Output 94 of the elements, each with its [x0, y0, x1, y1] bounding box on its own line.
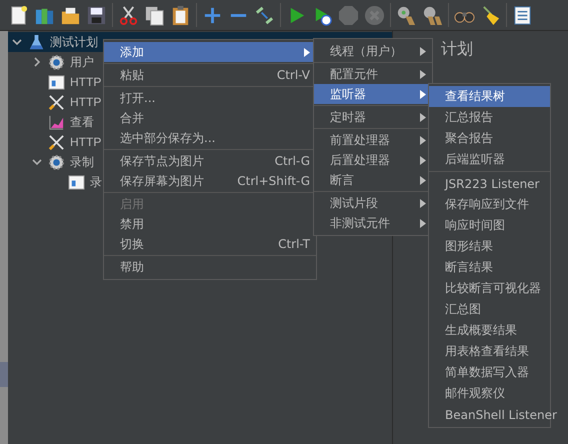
tree-item[interactable]: 查看	[70, 114, 94, 130]
menu-item-label: 定时器	[330, 108, 367, 126]
menu-item-label: 合并	[120, 110, 145, 126]
gear-icon	[48, 54, 65, 70]
menu-item[interactable]: 线程（用户）	[314, 41, 432, 61]
menu-item-label: 邮件观察仪	[445, 385, 506, 402]
menu-item-label: 后端监听器	[445, 151, 506, 168]
menu-item[interactable]: 前置处理器	[314, 130, 432, 150]
menu-item[interactable]: 测试片段	[314, 193, 432, 213]
menu-item-label: 聚合报告	[445, 130, 494, 147]
menu-item[interactable]: 帮助	[104, 257, 316, 277]
menu-item-label: 汇总报告	[445, 109, 494, 126]
menu-item-label: JSR223 Listener	[445, 176, 540, 190]
tree-item[interactable]: 测试计划	[50, 34, 98, 50]
menu-item-label: 粘贴	[120, 66, 145, 84]
menu-item[interactable]: 生成概要结果	[429, 320, 550, 341]
menu-item-label: 查看结果树	[445, 88, 506, 105]
scissors-icon[interactable]	[118, 4, 139, 26]
tree-item[interactable]: HTTP	[70, 75, 102, 89]
tree-item[interactable]: HTTP	[70, 135, 102, 149]
menu-item[interactable]: 粘贴 Ctrl-V	[104, 65, 316, 85]
shortcut-label: Ctrl+Shift-G	[237, 174, 310, 188]
menu-item[interactable]: 图形结果	[429, 236, 550, 257]
window-icon	[48, 74, 65, 90]
window-icon	[68, 174, 85, 190]
copy-icon[interactable]	[144, 4, 165, 26]
menu-item-label: 测试片段	[330, 194, 379, 212]
menu-item-label: 断言结果	[445, 259, 494, 276]
menu-item-label: 打开...	[120, 90, 156, 106]
menu-item-label: 图形结果	[445, 238, 494, 255]
menu-item-label: 简单数据写入器	[445, 364, 530, 381]
menu-item[interactable]: 后置处理器	[314, 150, 432, 170]
chart-icon	[48, 114, 65, 130]
menu-item[interactable]: 保存节点为图片 Ctrl-G	[104, 151, 316, 171]
tree-item[interactable]: 录	[90, 174, 102, 190]
menu-item[interactable]: 响应时间图	[429, 215, 550, 236]
menu-item[interactable]: 非测试元件	[314, 213, 432, 233]
menu-item[interactable]: JSR223 Listener	[429, 173, 550, 194]
menu-item-label: 切换	[120, 236, 145, 252]
menu-item[interactable]: 保存响应到文件	[429, 194, 550, 215]
menu-item[interactable]: 比较断言可视化器	[429, 278, 550, 299]
wrench-screwdriver-icon	[48, 94, 65, 110]
tree-item[interactable]: 录制	[70, 154, 94, 170]
menu-item-label: 保存节点为图片	[120, 152, 205, 170]
menu-item-label: 非测试元件	[330, 214, 391, 232]
menu-item-label: 帮助	[120, 258, 145, 276]
panel-title: 计划	[441, 39, 474, 60]
menu-item-label: 选中部分保存为...	[120, 130, 216, 146]
wrench-screwdriver-icon	[48, 134, 65, 150]
menu-item-label: 配置元件	[330, 66, 379, 82]
menu-item[interactable]: 合并	[104, 108, 316, 128]
menu-item[interactable]: 简单数据写入器	[429, 362, 550, 383]
menu-item[interactable]: 查看结果树	[429, 86, 550, 107]
shortcut-label: Ctrl-G	[274, 154, 310, 168]
menu-item[interactable]: 定时器	[314, 107, 432, 127]
menu-item-label: 汇总图	[445, 301, 482, 318]
menu-item[interactable]: 配置元件	[314, 64, 432, 84]
list-icon[interactable]	[512, 4, 533, 26]
shortcut-label: Ctrl-T	[278, 237, 310, 251]
menu-item[interactable]: 打开...	[104, 88, 316, 108]
menu-item-label: BeanShell Listener	[445, 408, 557, 422]
menu-item-label: 后置处理器	[330, 152, 391, 168]
menu-item[interactable]: 后端监听器	[429, 149, 550, 170]
menu-item-label: 断言	[330, 172, 355, 188]
menu-item-label: 监听器	[330, 86, 367, 102]
flask-icon	[28, 34, 45, 50]
menu-item-label: 保存屏幕为图片	[120, 172, 205, 190]
menu-item-label: 保存响应到文件	[445, 196, 530, 213]
menu-item[interactable]: 禁用	[104, 214, 316, 234]
menu-item-label: 启用	[120, 196, 145, 212]
menu-item-label: 禁用	[120, 216, 145, 232]
menu-item[interactable]: 邮件观察仪	[429, 383, 550, 404]
menu-item[interactable]: 保存屏幕为图片 Ctrl+Shift-G	[104, 171, 316, 191]
menu-item[interactable]: 选中部分保存为...	[104, 128, 316, 148]
clipboard-icon[interactable]	[170, 4, 191, 26]
menu-item[interactable]: 切换 Ctrl-T	[104, 234, 316, 254]
menu-item-label: 用表格查看结果	[445, 343, 530, 360]
menu-item-label: 比较断言可视化器	[445, 280, 542, 297]
menu-item[interactable]: 汇总报告	[429, 107, 550, 128]
menu-item[interactable]: 添加	[104, 42, 316, 62]
tree-item[interactable]: 用户	[70, 54, 94, 70]
gear-icon	[48, 154, 65, 170]
menu-item-label: 线程（用户）	[330, 42, 403, 60]
menu-item-label: 生成概要结果	[445, 322, 518, 339]
menu-item[interactable]: 聚合报告	[429, 128, 550, 149]
tree-item[interactable]: HTTP	[70, 95, 102, 109]
menu-item[interactable]: 断言	[314, 170, 432, 190]
shortcut-label: Ctrl-V	[276, 68, 310, 82]
menu-item[interactable]: 汇总图	[429, 299, 550, 320]
menu-item[interactable]: 用表格查看结果	[429, 341, 550, 362]
menu-item-label: 响应时间图	[445, 217, 506, 234]
menu-item[interactable]: 断言结果	[429, 257, 550, 278]
menu-item-label: 添加	[120, 44, 145, 60]
menu-item-label: 前置处理器	[330, 132, 391, 148]
